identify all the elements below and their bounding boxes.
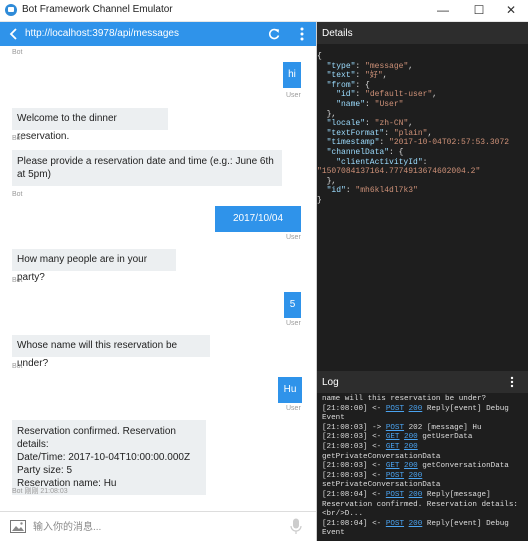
- log-text: 202 [message] Hu: [404, 423, 482, 432]
- log-text: Reply[event] Debug: [422, 519, 509, 528]
- close-button[interactable]: ✕: [494, 0, 528, 21]
- endpoint-url[interactable]: http://localhost:3978/api/messages: [25, 28, 179, 39]
- log-method-link[interactable]: POST: [386, 405, 404, 413]
- log-text: [21:08:03] <-: [322, 443, 386, 451]
- message-label: User: [286, 320, 301, 327]
- bot-message: Welcome to the dinner reservation.: [12, 108, 168, 142]
- log-text: [21:08:04] <-: [322, 519, 386, 528]
- compose-bar: [0, 511, 316, 542]
- bot-message: Whose name will this reservation be unde…: [12, 335, 210, 369]
- bot-message: Please provide a reservation date and ti…: [12, 150, 282, 186]
- more-vertical-icon[interactable]: [295, 26, 309, 42]
- refresh-icon[interactable]: [267, 27, 281, 41]
- log-method-link[interactable]: POST: [386, 520, 404, 528]
- message-line: Party size: 5: [17, 465, 73, 476]
- inspector-pane: Details { "type": "message", "text": "好"…: [317, 22, 528, 541]
- microphone-icon[interactable]: [290, 518, 302, 535]
- log-text: <br/>D...: [322, 510, 364, 519]
- log-entry: [21:08:03] <- GET 200 getUserData: [322, 433, 472, 443]
- user-message: Hu: [278, 377, 302, 403]
- log-text: getConversationData: [417, 462, 509, 471]
- message-label: Bot: [12, 49, 23, 56]
- log-header: Log: [317, 371, 528, 393]
- log-entry: [21:08:00] <- POST 200 Reply[event] Debu…: [322, 405, 509, 415]
- log-entry: [21:08:03] <- POST 200: [322, 472, 422, 482]
- log-entry: Reservation confirmed. Reservation detai…: [322, 501, 518, 511]
- message-input[interactable]: [33, 518, 273, 536]
- message-label: Bot: [12, 135, 23, 142]
- log-text: getPrivateConversationData: [322, 452, 441, 461]
- message-line: Reservation confirmed. Reservation detai…: [17, 426, 176, 450]
- log-text: [21:08:03] <-: [322, 433, 386, 442]
- user-message: 2017/10/04 18:00: [215, 206, 301, 244]
- bot-message: Reservation confirmed. Reservation detai…: [12, 420, 206, 495]
- message-list: Bot hi User Welcome to the dinner reserv…: [0, 46, 316, 511]
- message-label: Bot 刚刚 21:08:03: [12, 488, 68, 495]
- log-entry: [21:08:04] <- POST 200 Reply[message]: [322, 491, 491, 501]
- log-text: getUserData: [417, 433, 473, 442]
- app-icon: [5, 4, 17, 16]
- log-entry: [21:08:03] <- GET 200 getConversationDat…: [322, 462, 509, 472]
- log-entry: [21:08:03] -> POST 202 [message] Hu: [322, 424, 482, 434]
- user-message: hi: [283, 62, 301, 88]
- log-method-link[interactable]: GET: [386, 433, 400, 441]
- log-status-link[interactable]: 200: [409, 405, 423, 413]
- message-label: User: [286, 92, 301, 99]
- message-label: User: [286, 405, 301, 412]
- log-title: Log: [322, 377, 339, 388]
- bot-message: How many people are in your party?: [12, 249, 176, 283]
- details-header: Details: [317, 22, 528, 44]
- log-status-link[interactable]: 200: [409, 520, 423, 528]
- maximize-button[interactable]: ☐: [462, 0, 496, 21]
- log-method-link[interactable]: GET: [386, 462, 400, 470]
- log-text: Event: [322, 529, 345, 538]
- url-bar: http://localhost:3978/api/messages: [0, 22, 316, 46]
- log-status-link[interactable]: 200: [409, 491, 423, 499]
- log-text: setPrivateConversationData: [322, 481, 441, 490]
- log-text: [21:08:03] <-: [322, 462, 386, 471]
- log-text: Reservation confirmed. Reservation detai…: [322, 500, 518, 509]
- image-upload-icon[interactable]: [10, 520, 26, 533]
- log-status-link[interactable]: 200: [404, 433, 418, 441]
- log-entry: name will this reservation be under?: [322, 395, 486, 405]
- back-icon[interactable]: [6, 26, 22, 42]
- message-label: Bot: [12, 191, 23, 198]
- log-text: [21:08:04] <-: [322, 491, 386, 499]
- log-method-link[interactable]: POST: [386, 424, 404, 432]
- log-text: [21:08:03] <-: [322, 471, 386, 480]
- log-entry: [21:08:03] <- GET 200: [322, 443, 418, 453]
- log-method-link[interactable]: GET: [386, 443, 400, 451]
- chat-pane: http://localhost:3978/api/messages Bot h…: [0, 22, 317, 542]
- log-entry: getPrivateConversationData: [322, 453, 440, 463]
- log-status-link[interactable]: 200: [409, 472, 423, 480]
- log-text: Reply[message]: [422, 491, 491, 499]
- log-text: [21:08:03] ->: [322, 423, 386, 432]
- message-label: User: [286, 234, 301, 241]
- log-method-link[interactable]: POST: [386, 491, 404, 499]
- more-vertical-icon[interactable]: [507, 376, 517, 388]
- details-title: Details: [322, 28, 353, 39]
- log-entry: [21:08:04] <- POST 200 Reply[event] Debu…: [322, 520, 509, 530]
- log-text: Event: [322, 414, 345, 423]
- log-text: Reply[event] Debug: [422, 404, 509, 413]
- log-status-link[interactable]: 200: [404, 443, 418, 451]
- log-entry: Event: [322, 529, 345, 539]
- user-message: 5: [284, 292, 301, 318]
- title-bar: Bot Framework Channel Emulator — ☐ ✕: [0, 0, 528, 22]
- log-entry: setPrivateConversationData: [322, 481, 440, 491]
- message-line: Date/Time: 2017-10-04T10:00:00.000Z: [17, 452, 191, 463]
- log-entry: Event: [322, 414, 345, 424]
- log-text: [21:08:00] <-: [322, 404, 386, 413]
- log-method-link[interactable]: POST: [386, 472, 404, 480]
- minimize-button[interactable]: —: [426, 0, 460, 21]
- log-text: name will this reservation be under?: [322, 395, 487, 403]
- log-status-link[interactable]: 200: [404, 462, 418, 470]
- window-title: Bot Framework Channel Emulator: [22, 4, 173, 15]
- message-label: Bot: [12, 277, 23, 284]
- message-label: Bot: [12, 363, 23, 370]
- log-entry: <br/>D...: [322, 510, 363, 520]
- details-json: { "type": "message", "text": "好", "from"…: [317, 52, 510, 205]
- log-list: name will this reservation be under? [21:…: [317, 393, 528, 541]
